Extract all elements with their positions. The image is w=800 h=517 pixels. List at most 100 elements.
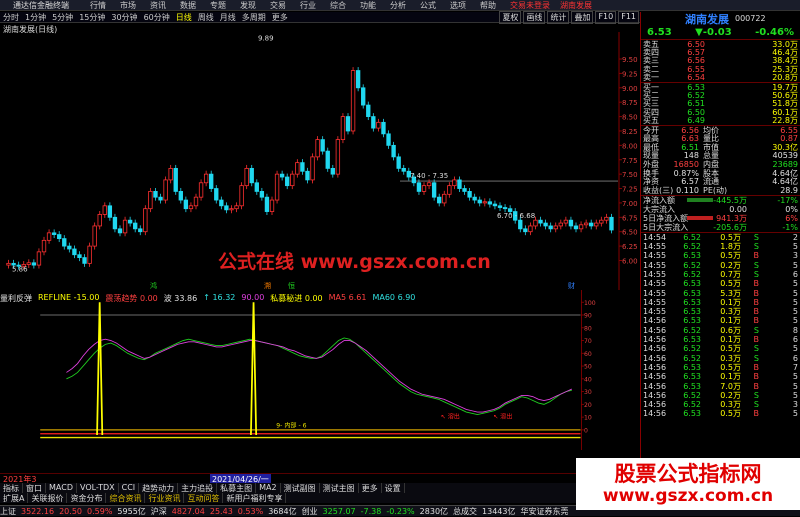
indicator-tab[interactable]: VOL-TDX <box>77 483 119 493</box>
main-menu[interactable]: 行情 市场 资讯 数据 专题 发现 交易 行业 综合 功能 分析 公式 选项 帮助 <box>90 0 510 11</box>
ind-y-tick: 50 <box>584 364 592 371</box>
ind-y-tick: 20 <box>584 402 592 409</box>
tick-time: 14:56 <box>643 316 667 326</box>
panel-marker: 财 <box>568 281 575 290</box>
tick-count: 8 <box>792 325 798 335</box>
menu-item[interactable]: 公式 <box>420 1 436 10</box>
indicator-tab[interactable]: MACD <box>46 483 77 493</box>
price-annotation: 7.40 - 7.35 <box>410 172 448 180</box>
menu-item[interactable]: 选项 <box>450 1 466 10</box>
indicator-tab[interactable]: 主力追投 <box>178 483 218 493</box>
tick-side: B <box>753 372 760 382</box>
sz-amount: 3684亿 <box>268 506 297 516</box>
menu-item[interactable]: 行业 <box>300 1 316 10</box>
extension-tab[interactable]: 扩展A <box>0 493 29 503</box>
menu-item[interactable]: 功能 <box>360 1 376 10</box>
tick-time: 14:56 <box>643 372 667 382</box>
menu-item[interactable]: 数据 <box>180 1 196 10</box>
tick-price: 6.52 <box>683 344 701 354</box>
candle <box>604 216 609 221</box>
candle <box>335 139 341 175</box>
candle <box>153 191 158 198</box>
indicator-tab[interactable]: 私募主图 <box>217 483 257 493</box>
toolbar-button[interactable]: 叠加 <box>571 10 594 24</box>
extension-tab[interactable]: 行业资讯 <box>145 493 185 503</box>
sz-value: 4827.04 <box>171 506 205 516</box>
tick-side: B <box>753 251 760 261</box>
period-tab[interactable]: 多周期 <box>242 12 266 23</box>
tick-price: 6.52 <box>683 232 701 242</box>
ind-y-tick: 0 <box>584 428 588 435</box>
bid-book: 买一 6.53 19.7万 买二 6.52 50.6万 买三 6.51 51.8万 买四 6.50 6… <box>641 83 800 126</box>
extension-tab[interactable]: 新用户福利专享 <box>223 493 287 503</box>
tick-side: S <box>753 242 759 252</box>
indicator-tab[interactable]: 测试副图 <box>281 483 320 493</box>
indicator-tab[interactable]: 测试主图 <box>320 483 359 493</box>
indicator-tab[interactable]: 指标 <box>0 483 23 493</box>
period-tab[interactable]: 日线 <box>176 12 192 23</box>
sh-label: 上证 <box>0 506 16 516</box>
bid-row[interactable]: 买五 6.49 22.8万 <box>641 116 800 125</box>
candle <box>487 201 493 205</box>
tick-price: 6.52 <box>683 325 701 335</box>
toolbar-button[interactable]: F10 <box>595 10 617 24</box>
indicator-tab[interactable]: 更多 <box>359 483 382 493</box>
period-tab[interactable]: 30分钟 <box>111 12 137 23</box>
extension-tab[interactable]: 资金分布 <box>67 493 107 503</box>
candle <box>330 167 335 175</box>
toolbar-button[interactable]: 夏权 <box>499 10 522 24</box>
ask-price: 6.54 <box>687 73 705 83</box>
title-bar: 通达信金融终端 行情 市场 资讯 数据 专题 发现 交易 行业 综合 功能 分析 公式 选项 帮助 交易未… <box>0 0 800 11</box>
candle <box>366 104 371 117</box>
toolbar-button[interactable]: 画线 <box>523 10 546 24</box>
menu-item[interactable]: 帮助 <box>480 1 496 10</box>
candle <box>158 196 163 201</box>
period-tab[interactable]: 60分钟 <box>144 12 170 23</box>
period-tab[interactable]: 周线 <box>198 12 214 23</box>
indicator-tab[interactable]: 设置 <box>382 483 405 493</box>
toolbar-button[interactable]: 统计 <box>547 10 570 24</box>
candle <box>452 179 457 187</box>
stock-banner: 湖南发展 <box>560 0 592 10</box>
tick-count: 5 <box>792 279 798 289</box>
candle <box>6 262 11 266</box>
menu-item[interactable]: 综合 <box>330 1 346 10</box>
period-tab[interactable]: 15分钟 <box>79 12 105 23</box>
candle <box>340 116 346 141</box>
indicator-tab[interactable]: 窗口 <box>23 483 46 493</box>
indicator-tab[interactable]: 趋势动力 <box>139 483 179 493</box>
tick-count: 6 <box>792 335 798 345</box>
menu-item[interactable]: 发现 <box>240 1 256 10</box>
candle <box>41 239 47 253</box>
period-tab[interactable]: 1分钟 <box>25 12 46 23</box>
menu-item[interactable]: 专题 <box>210 1 226 10</box>
tick-list: 14:54 6.52 0.5万 S 2 14:55 6.52 1.8万 S 5 14:55 6.53 0… <box>641 233 800 419</box>
period-tab[interactable]: 更多 <box>272 12 288 23</box>
tick-count: 5 <box>792 242 798 252</box>
period-tab[interactable]: 5分钟 <box>52 12 73 23</box>
candle <box>26 262 31 265</box>
login-status[interactable]: 交易未登录 <box>510 0 550 11</box>
indicator-tab[interactable]: CCI <box>119 483 140 493</box>
stat-row: 收益(三) 0.110 PE(动) 28.9 <box>641 186 800 195</box>
extension-tab[interactable]: 互动问答 <box>184 493 224 503</box>
menu-item[interactable]: 资讯 <box>150 1 166 10</box>
indicator-tab[interactable]: MA2 <box>256 483 281 493</box>
menu-item[interactable]: 分析 <box>390 1 406 10</box>
toolbar-button[interactable]: F11 <box>618 10 639 24</box>
extension-tab[interactable]: 关联报价 <box>28 493 68 503</box>
indicator-chart[interactable]: 10090807060504030201009- 内部 - 6↖ 溶出 ↖ 溶出 <box>0 290 640 450</box>
candle <box>229 208 234 211</box>
candle <box>279 173 285 178</box>
tick-time: 14:55 <box>643 297 667 307</box>
menu-item[interactable]: 市场 <box>120 1 136 10</box>
flow-bar <box>687 198 713 203</box>
menu-item[interactable]: 行情 <box>90 1 106 10</box>
extension-tab[interactable]: 综合资讯 <box>106 493 146 503</box>
candle <box>492 203 498 207</box>
period-tab[interactable]: 月线 <box>220 12 236 23</box>
menu-item[interactable]: 交易 <box>270 1 286 10</box>
period-tab[interactable]: 分时 <box>3 12 19 23</box>
candle <box>599 219 604 224</box>
watermark-corner: 股票公式指标网 www.gszx.com.cn <box>576 458 800 510</box>
